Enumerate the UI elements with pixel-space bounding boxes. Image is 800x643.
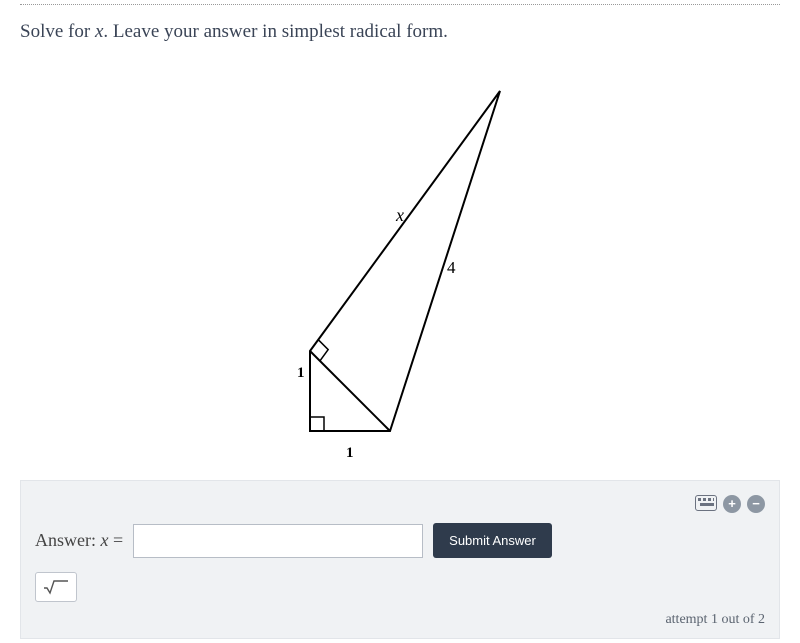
label-bottom-1: 1 xyxy=(346,445,354,461)
keyboard-icon[interactable] xyxy=(695,495,717,511)
answer-input[interactable] xyxy=(133,524,423,558)
answer-row: Answer: x = Submit Answer xyxy=(35,523,765,558)
answer-var: x xyxy=(101,530,109,550)
answer-equals: = xyxy=(109,530,124,550)
sqrt-icon xyxy=(43,579,69,595)
label-left-1: 1 xyxy=(297,365,305,381)
zoom-in-icon[interactable]: + xyxy=(723,495,741,513)
zoom-out-icon[interactable]: − xyxy=(747,495,765,513)
question-prefix: Solve for xyxy=(20,21,95,42)
answer-panel: + − Answer: x = Submit Answer attempt 1 … xyxy=(20,480,780,639)
question-suffix: . Leave your answer in simplest radical … xyxy=(103,21,448,42)
label-x: x xyxy=(395,205,404,225)
sqrt-button[interactable] xyxy=(35,572,77,602)
triangle-svg: x 4 1 1 xyxy=(240,61,560,461)
answer-label: Answer: x = xyxy=(35,530,123,551)
question-text: Solve for x. Leave your answer in simple… xyxy=(0,5,800,51)
toolbar: + − xyxy=(35,495,765,513)
label-4: 4 xyxy=(447,258,456,277)
answer-label-prefix: Answer: xyxy=(35,530,101,550)
figure: x 4 1 1 xyxy=(0,51,800,480)
attempt-text: attempt 1 out of 2 xyxy=(35,612,765,628)
submit-button[interactable]: Submit Answer xyxy=(433,523,552,558)
